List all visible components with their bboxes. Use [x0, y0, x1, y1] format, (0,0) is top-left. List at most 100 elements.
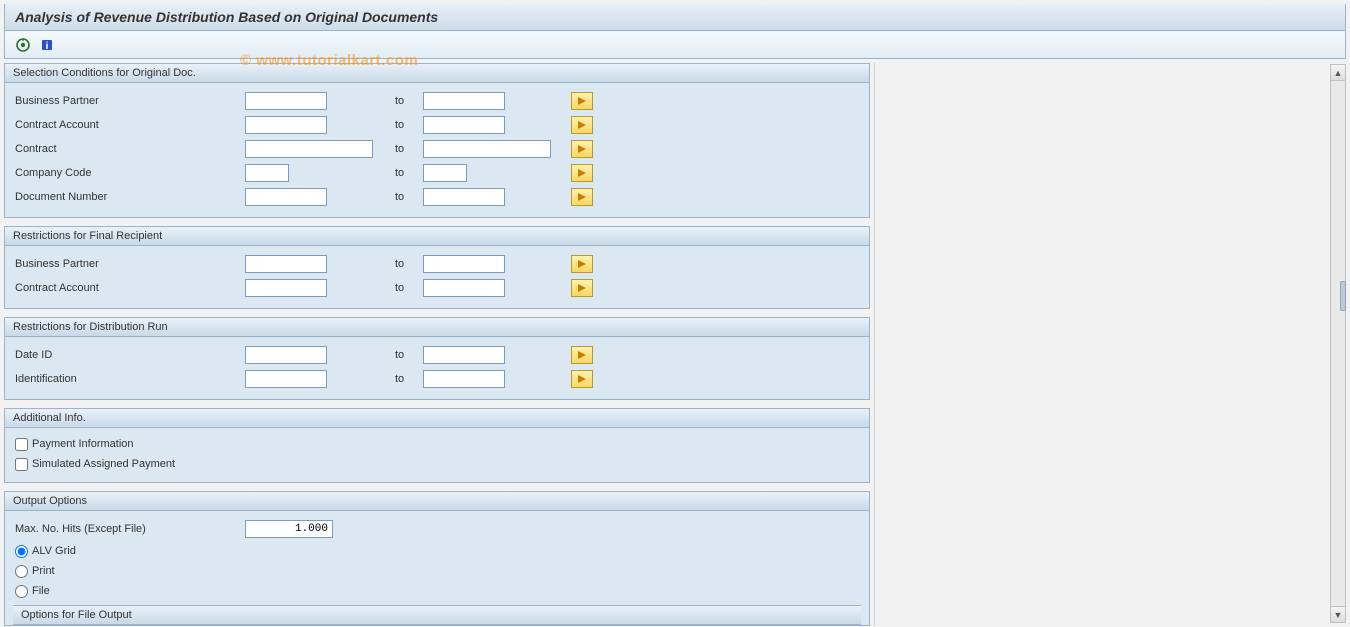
label-identification: Identification	[13, 373, 245, 385]
arrow-right-icon	[576, 192, 588, 202]
group-additional-info: Additional Info. Payment Information Sim…	[4, 408, 870, 483]
label-business-partner: Business Partner	[13, 95, 245, 107]
multi-select-button[interactable]	[571, 140, 593, 158]
contract-account-to-input[interactable]	[423, 116, 505, 134]
payment-info-checkbox[interactable]	[15, 438, 28, 451]
label-contract: Contract	[13, 143, 245, 155]
checkbox-payment-info: Payment Information	[13, 434, 861, 454]
group-title: Output Options	[5, 492, 869, 511]
arrow-right-icon	[576, 144, 588, 154]
file-radio[interactable]	[15, 585, 28, 598]
row-recip-contract-account: Contract Account to	[13, 276, 861, 299]
row-identification: Identification to	[13, 367, 861, 390]
document-number-to-input[interactable]	[423, 188, 505, 206]
multi-select-button[interactable]	[571, 346, 593, 364]
arrow-right-icon	[576, 120, 588, 130]
info-button[interactable]: i	[37, 35, 57, 55]
label-contract-account: Contract Account	[13, 282, 245, 294]
scroll-grip-icon[interactable]	[1340, 281, 1346, 311]
multi-select-button[interactable]	[571, 279, 593, 297]
recip-bp-from-input[interactable]	[245, 255, 327, 273]
to-label: to	[391, 191, 423, 203]
business-partner-from-input[interactable]	[245, 92, 327, 110]
checkbox-label: Simulated Assigned Payment	[32, 458, 175, 470]
row-contract: Contract to	[13, 137, 861, 160]
radio-file: File	[13, 581, 861, 601]
row-business-partner: Business Partner to	[13, 89, 861, 112]
arrow-right-icon	[576, 350, 588, 360]
contract-to-input[interactable]	[423, 140, 551, 158]
multi-select-button[interactable]	[571, 370, 593, 388]
to-label: to	[391, 119, 423, 131]
group-title: Selection Conditions for Original Doc.	[5, 64, 869, 83]
radio-label: File	[32, 585, 50, 597]
to-label: to	[391, 258, 423, 270]
to-label: to	[391, 282, 423, 294]
execute-button[interactable]	[13, 35, 33, 55]
right-blank-area	[874, 63, 1346, 626]
arrow-right-icon	[576, 168, 588, 178]
row-date-id: Date ID to	[13, 343, 861, 366]
group-final-recipient: Restrictions for Final Recipient Busines…	[4, 226, 870, 309]
recip-ca-from-input[interactable]	[245, 279, 327, 297]
toolbar: i	[4, 31, 1346, 59]
business-partner-to-input[interactable]	[423, 92, 505, 110]
row-max-hits: Max. No. Hits (Except File)	[13, 517, 861, 540]
identification-to-input[interactable]	[423, 370, 505, 388]
group-distribution-run: Restrictions for Distribution Run Date I…	[4, 317, 870, 400]
contract-from-input[interactable]	[245, 140, 373, 158]
group-output-options: Output Options Max. No. Hits (Except Fil…	[4, 491, 870, 626]
multi-select-button[interactable]	[571, 188, 593, 206]
recip-bp-to-input[interactable]	[423, 255, 505, 273]
multi-select-button[interactable]	[571, 92, 593, 110]
row-recip-business-partner: Business Partner to	[13, 252, 861, 275]
label-business-partner: Business Partner	[13, 258, 245, 270]
to-label: to	[391, 95, 423, 107]
date-id-from-input[interactable]	[245, 346, 327, 364]
label-max-hits: Max. No. Hits (Except File)	[13, 523, 245, 535]
row-company-code: Company Code to	[13, 161, 861, 184]
radio-print: Print	[13, 561, 861, 581]
to-label: to	[391, 167, 423, 179]
multi-select-button[interactable]	[571, 116, 593, 134]
company-code-from-input[interactable]	[245, 164, 289, 182]
subgroup-file-output-title: Options for File Output	[13, 605, 861, 625]
radio-label: ALV Grid	[32, 545, 76, 557]
print-radio[interactable]	[15, 565, 28, 578]
label-contract-account: Contract Account	[13, 119, 245, 131]
company-code-to-input[interactable]	[423, 164, 467, 182]
label-document-number: Document Number	[13, 191, 245, 203]
arrow-right-icon	[576, 96, 588, 106]
group-title: Restrictions for Distribution Run	[5, 318, 869, 337]
max-hits-input[interactable]	[245, 520, 333, 538]
identification-from-input[interactable]	[245, 370, 327, 388]
group-title: Restrictions for Final Recipient	[5, 227, 869, 246]
date-id-to-input[interactable]	[423, 346, 505, 364]
to-label: to	[391, 349, 423, 361]
arrow-right-icon	[576, 374, 588, 384]
checkbox-simulated-payment: Simulated Assigned Payment	[13, 454, 861, 474]
group-selection-conditions: Selection Conditions for Original Doc. B…	[4, 63, 870, 218]
row-contract-account: Contract Account to	[13, 113, 861, 136]
label-date-id: Date ID	[13, 349, 245, 361]
group-title: Additional Info.	[5, 409, 869, 428]
to-label: to	[391, 143, 423, 155]
vertical-scrollbar[interactable]: ▲ ▼	[1330, 64, 1346, 623]
row-document-number: Document Number to	[13, 185, 861, 208]
multi-select-button[interactable]	[571, 164, 593, 182]
execute-icon	[16, 38, 30, 52]
multi-select-button[interactable]	[571, 255, 593, 273]
scroll-down-button[interactable]: ▼	[1331, 606, 1345, 622]
contract-account-from-input[interactable]	[245, 116, 327, 134]
form-area: Selection Conditions for Original Doc. B…	[4, 63, 874, 626]
page-title: Analysis of Revenue Distribution Based o…	[4, 4, 1346, 31]
document-number-from-input[interactable]	[245, 188, 327, 206]
scroll-up-button[interactable]: ▲	[1331, 65, 1345, 81]
alv-grid-radio[interactable]	[15, 545, 28, 558]
to-label: to	[391, 373, 423, 385]
recip-ca-to-input[interactable]	[423, 279, 505, 297]
checkbox-label: Payment Information	[32, 438, 134, 450]
label-company-code: Company Code	[13, 167, 245, 179]
arrow-right-icon	[576, 283, 588, 293]
simulated-payment-checkbox[interactable]	[15, 458, 28, 471]
